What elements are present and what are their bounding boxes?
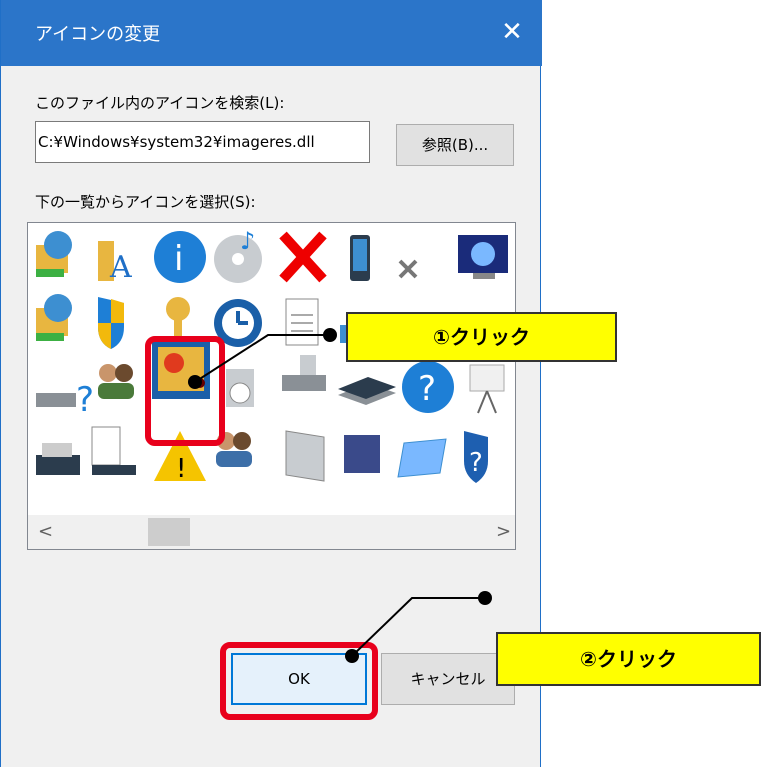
callout-step1: ①クリック	[346, 312, 617, 362]
callout-step2: ②クリック	[496, 632, 761, 686]
